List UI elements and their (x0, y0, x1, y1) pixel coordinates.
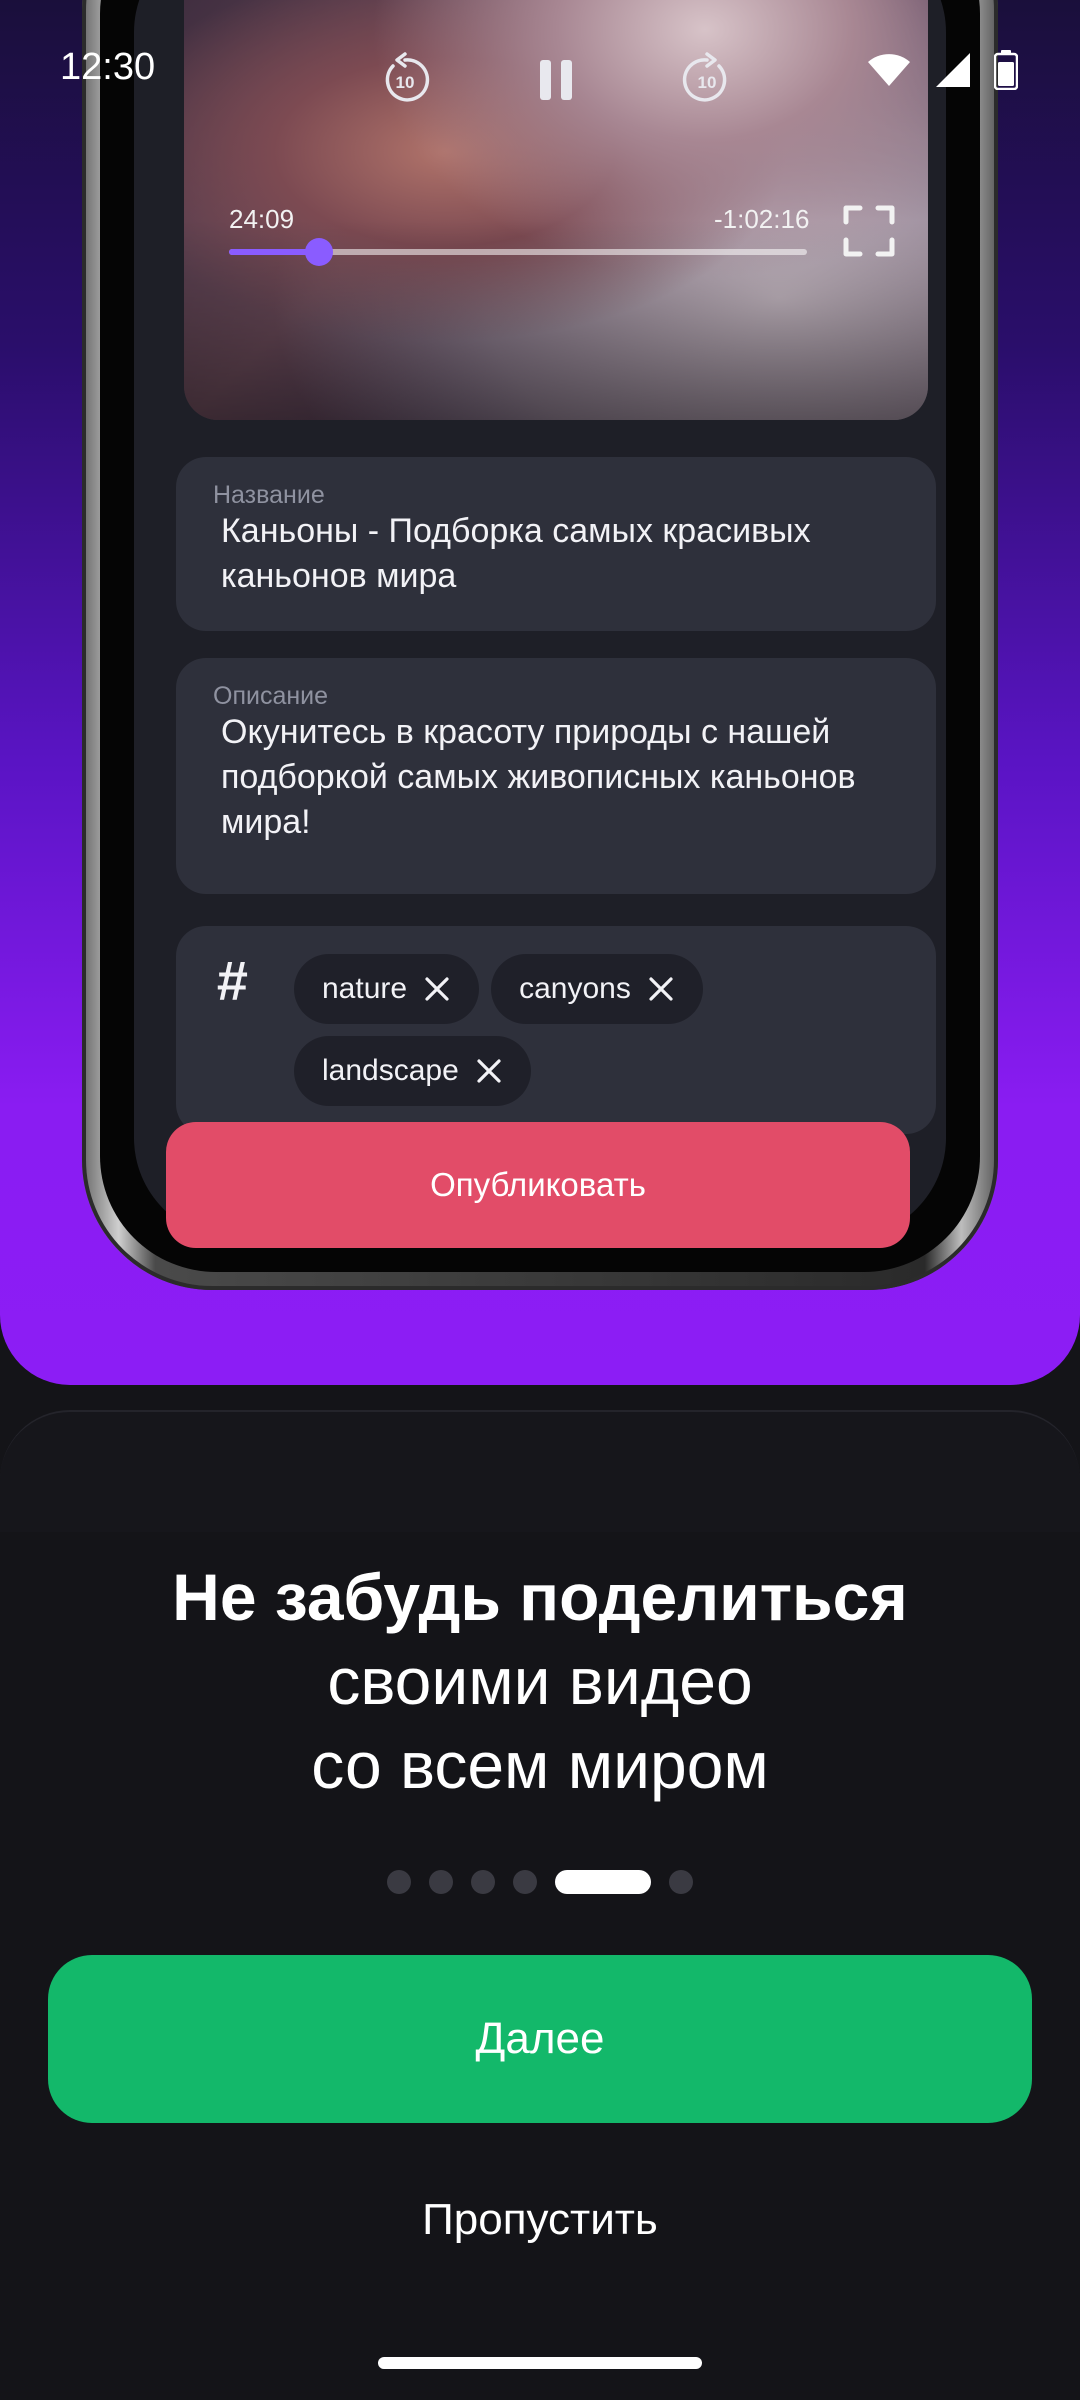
headline-line-2: своими видео (327, 1644, 753, 1718)
battery-icon (994, 50, 1018, 90)
title-field[interactable]: Название Каньоны - Подборка самых красив… (176, 457, 936, 631)
progress-thumb[interactable] (304, 238, 333, 266)
page-dot (387, 1870, 411, 1894)
fullscreen-icon[interactable] (842, 204, 896, 258)
current-time: 24:09 (229, 204, 295, 234)
cell-signal-icon (936, 53, 970, 87)
tag-chip[interactable]: landscape (294, 1036, 531, 1106)
page-indicator (0, 1870, 1080, 1894)
page-dot (669, 1870, 693, 1894)
remove-tag-icon[interactable] (423, 975, 451, 1003)
tag-label: nature (322, 972, 408, 1005)
onboarding-headline: Не забудь поделиться своими видео со все… (0, 1555, 1080, 1807)
phone-bezel: 10 10 24:09 -1:02:16 Название Каньоны - … (100, 0, 980, 1272)
headline-bold: Не забудь поделиться (172, 1560, 908, 1634)
tag-list: nature canyons landscape (294, 954, 894, 1106)
publish-button[interactable]: Опубликовать (166, 1122, 910, 1248)
tag-chip[interactable]: canyons (491, 954, 703, 1024)
phone-screen: 10 10 24:09 -1:02:16 Название Каньоны - … (134, 0, 946, 1238)
next-button[interactable]: Далее (48, 1955, 1032, 2123)
remove-tag-icon[interactable] (475, 1057, 503, 1085)
page-dot-active (555, 1870, 651, 1894)
video-progress-bar[interactable] (229, 238, 807, 266)
status-time: 12:30 (60, 46, 156, 88)
tag-label: landscape (322, 1054, 459, 1087)
tag-chip[interactable]: nature (294, 954, 480, 1024)
home-indicator[interactable] (378, 2357, 702, 2369)
headline-line-3: со всем миром (311, 1728, 769, 1802)
page-dot (429, 1870, 453, 1894)
description-label: Описание (213, 682, 329, 710)
onboarding-screen: 10 10 24:09 -1:02:16 Название Каньоны - … (0, 0, 1080, 2400)
description-value: Окунитесь в красоту природы с нашей подб… (221, 713, 856, 841)
remove-tag-icon[interactable] (647, 975, 675, 1003)
title-value: Каньоны - Подборка самых красивых каньон… (221, 512, 811, 595)
tags-field[interactable]: # nature canyons landscape (176, 926, 936, 1134)
tag-label: canyons (519, 972, 631, 1005)
page-dot (471, 1870, 495, 1894)
status-icons (866, 50, 1018, 90)
wifi-icon (868, 54, 910, 86)
title-label: Название (213, 481, 325, 509)
description-field[interactable]: Описание Окунитесь в красоту природы с н… (176, 658, 936, 894)
status-bar: 12:30 (0, 0, 1080, 140)
skip-button[interactable]: Пропустить (340, 2185, 740, 2255)
phone-mockup: 10 10 24:09 -1:02:16 Название Каньоны - … (82, 0, 998, 1290)
page-dot (513, 1870, 537, 1894)
bottom-sheet (0, 1410, 1080, 1532)
hashtag-icon: # (216, 949, 248, 1012)
remaining-time: -1:02:16 (714, 204, 810, 234)
